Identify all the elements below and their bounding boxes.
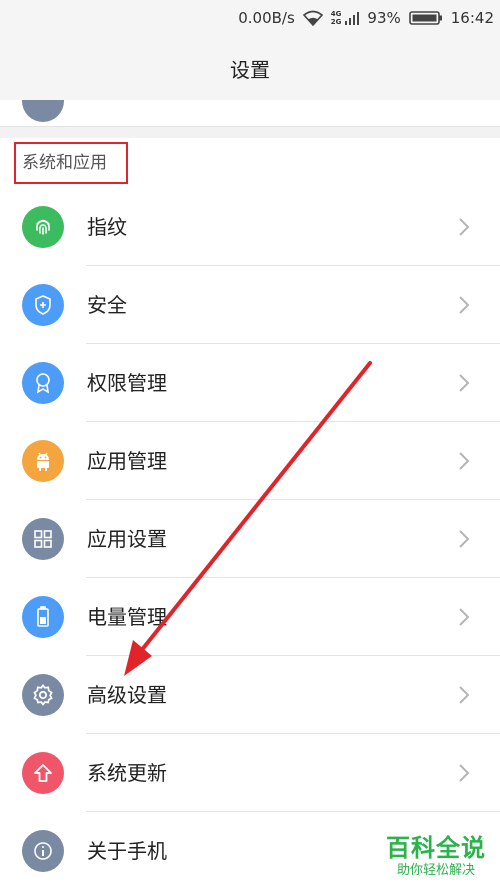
- cell-type-label: 4G 2G: [330, 10, 342, 26]
- status-indicators: 0.00B/s 4G 2G 93% 16:42: [238, 0, 494, 36]
- wifi-icon: [302, 10, 323, 26]
- chevron-right-icon: [459, 296, 470, 314]
- title-bar: 设置: [0, 36, 500, 101]
- settings-item-label: 应用管理: [87, 449, 167, 473]
- info-icon: [22, 830, 64, 872]
- settings-item-label: 高级设置: [87, 683, 167, 707]
- scrolled-list-item[interactable]: [0, 100, 500, 127]
- settings-icon: [22, 100, 64, 122]
- android-icon: [22, 440, 64, 482]
- highlight-box: [14, 142, 128, 184]
- settings-item-label: 关于手机: [87, 839, 167, 863]
- chevron-right-icon: [459, 530, 470, 548]
- chevron-right-icon: [459, 608, 470, 626]
- watermark-title: 百科全说: [386, 834, 486, 862]
- chevron-right-icon: [459, 764, 470, 782]
- settings-list: 指纹 安全 权限管理 应用管理 应用设置 电量管理 高级设置 系统更新 关于手机: [0, 188, 500, 890]
- status-bar: 0.00B/s 4G 2G 93% 16:42: [0, 0, 500, 36]
- update-arrow-icon: [22, 752, 64, 794]
- settings-item-label: 安全: [87, 293, 127, 317]
- chevron-right-icon: [459, 452, 470, 470]
- battery-percent: 93%: [367, 9, 401, 27]
- settings-item-label: 电量管理: [87, 605, 167, 629]
- settings-item-fingerprint[interactable]: 指纹: [0, 188, 500, 266]
- shield-icon: [22, 284, 64, 326]
- settings-item-label: 指纹: [87, 215, 127, 239]
- settings-item-label: 系统更新: [87, 761, 167, 785]
- chevron-right-icon: [459, 218, 470, 236]
- settings-item-app-management[interactable]: 应用管理: [0, 422, 500, 500]
- settings-item-permissions[interactable]: 权限管理: [0, 344, 500, 422]
- settings-item-label: 权限管理: [87, 371, 167, 395]
- watermark-subtitle: 助你轻松解决: [396, 863, 475, 878]
- settings-item-app-settings[interactable]: 应用设置: [0, 500, 500, 578]
- chevron-right-icon: [459, 686, 470, 704]
- page-title: 设置: [230, 57, 270, 82]
- cell-signal-icon: [345, 12, 360, 25]
- fingerprint-icon: [22, 206, 64, 248]
- network-speed: 0.00B/s: [238, 9, 295, 27]
- battery-icon: [408, 11, 442, 25]
- settings-item-security[interactable]: 安全: [0, 266, 500, 344]
- grid-icon: [22, 518, 64, 560]
- settings-item-advanced[interactable]: 高级设置: [0, 656, 500, 734]
- gear-icon: [22, 674, 64, 716]
- settings-item-label: 应用设置: [87, 527, 167, 551]
- settings-item-power-management[interactable]: 电量管理: [0, 578, 500, 656]
- watermark-logo: 百科全说 助你轻松解决: [386, 833, 486, 879]
- chevron-right-icon: [459, 374, 470, 392]
- clock: 16:42: [450, 9, 494, 27]
- battery-icon: [22, 596, 64, 638]
- settings-item-system-update[interactable]: 系统更新: [0, 734, 500, 812]
- badge-icon: [22, 362, 64, 404]
